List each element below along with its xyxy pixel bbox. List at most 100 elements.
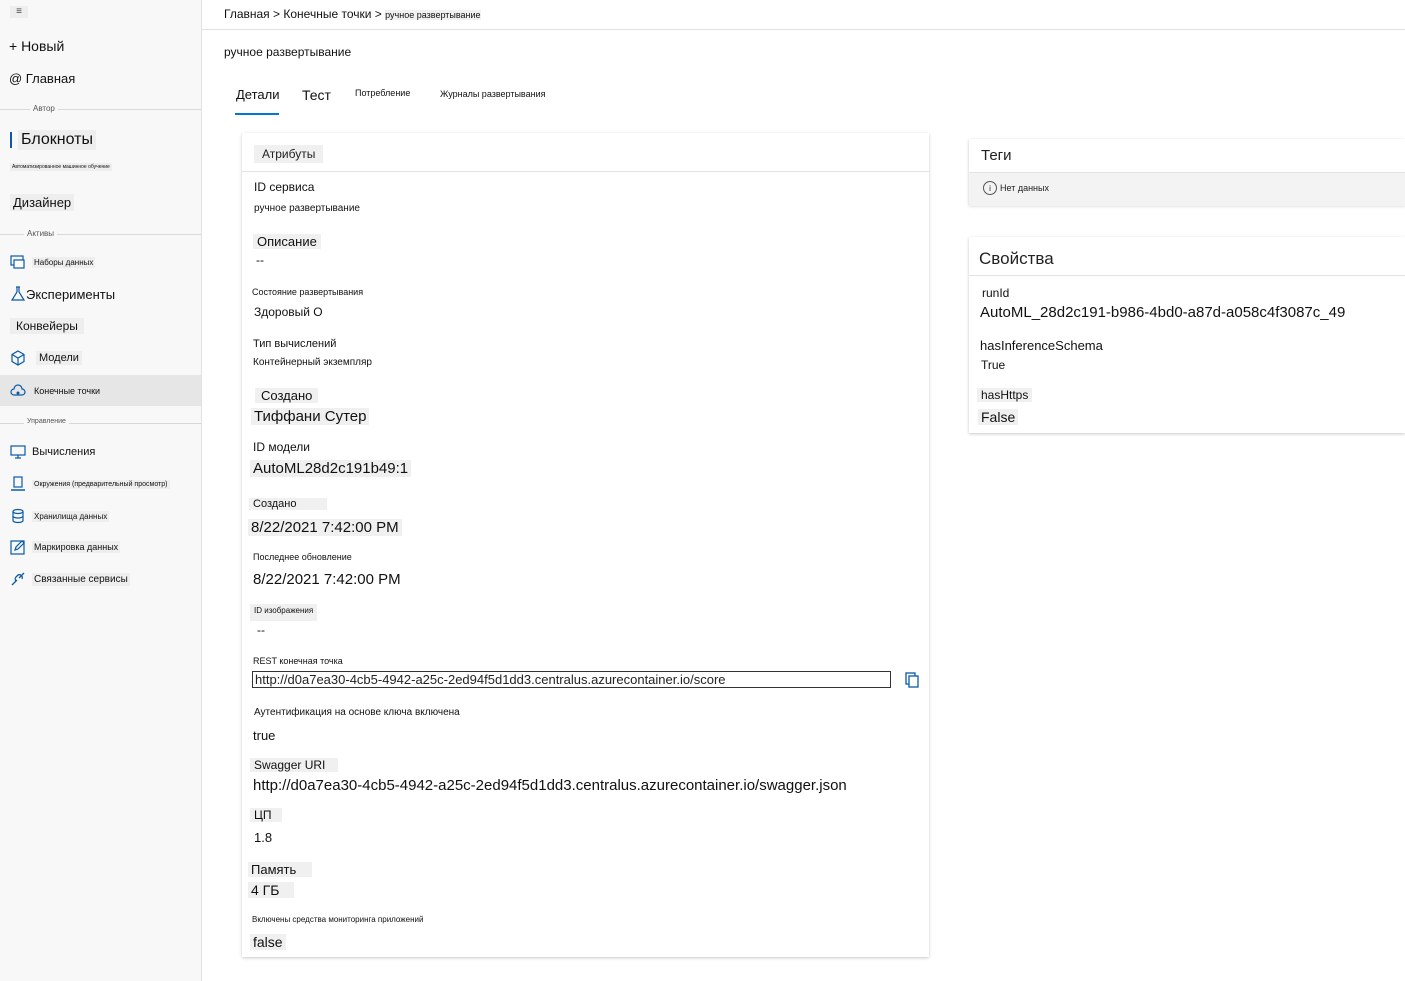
- service-id-label: ID сервиса: [254, 180, 315, 194]
- sidebar-item-notebooks[interactable]: Блокноты: [10, 130, 96, 150]
- dataset-icon: [10, 254, 26, 270]
- sidebar-item-models[interactable]: Модели: [10, 350, 82, 366]
- cloud-endpoint-icon: [10, 383, 26, 399]
- edit-icon: [10, 539, 26, 555]
- tab-test[interactable]: Тест: [302, 87, 331, 103]
- sidebar-item-experiments[interactable]: Эксперименты: [10, 286, 115, 302]
- runid-label: runId: [982, 286, 1010, 300]
- cube-icon: [10, 350, 26, 366]
- key-auth-value: true: [253, 728, 276, 743]
- rest-endpoint-field[interactable]: http://d0a7ea30-4cb5-4942-a25c-2ed94f5d1…: [252, 671, 891, 688]
- section-manage: Управление: [24, 418, 69, 425]
- link-icon: [10, 571, 26, 587]
- database-icon: [10, 508, 26, 524]
- image-id-label: ID изображения: [250, 604, 318, 621]
- description-value: --: [256, 253, 264, 267]
- sidebar-item-environments[interactable]: Окружения (предварительный просмотр): [10, 476, 170, 492]
- cpu-value: 1.8: [254, 830, 273, 845]
- tags-empty-text: Нет данных: [1000, 183, 1049, 193]
- sidebar-item-label: Эксперименты: [26, 286, 116, 302]
- model-id-label: ID модели: [253, 440, 310, 454]
- sidebar-item-label: Автоматизированное машинное обучение: [10, 163, 112, 171]
- key-auth-label: Аутентификация на основе ключа включена: [254, 707, 460, 718]
- page-title: ручное развертывание: [224, 45, 352, 59]
- swagger-uri-value[interactable]: http://d0a7ea30-4cb5-4942-a25c-2ed94f5d1…: [253, 777, 847, 794]
- app-insights-label: Включены средства мониторинга приложений: [252, 915, 424, 924]
- sidebar-item-designer[interactable]: Дизайнер: [10, 194, 75, 211]
- last-updated-value: 8/22/2021 7:42:00 PM: [253, 571, 401, 588]
- sidebar-item-label: Окружения (предварительный просмотр): [32, 479, 170, 489]
- breadcrumb-endpoints[interactable]: Конечные точки: [283, 7, 371, 21]
- sidebar-item-label: Наборы данных: [32, 256, 96, 268]
- new-button[interactable]: + Новый: [9, 38, 64, 54]
- tab-deployment-logs[interactable]: Журналы развертывания: [440, 89, 546, 99]
- tab-details[interactable]: Детали: [236, 87, 280, 102]
- sidebar: ≡ + Новый @ Главная Автор Блокноты Автом…: [0, 0, 202, 981]
- model-id-value: AutoML28d2c191b49:1: [250, 460, 412, 477]
- active-tab-indicator: [235, 113, 279, 115]
- sidebar-item-datasets[interactable]: Наборы данных: [10, 254, 96, 270]
- sidebar-item-compute[interactable]: Вычисления: [10, 444, 95, 460]
- tags-empty-row: i Нет данных: [969, 172, 1405, 206]
- sidebar-item-label: Конечные точки: [32, 385, 103, 397]
- notebook-icon: [10, 132, 12, 148]
- sidebar-item-endpoints[interactable]: Конечные точки: [10, 383, 103, 399]
- description-label: Описание: [253, 234, 321, 249]
- sidebar-item-label: Дизайнер: [10, 194, 75, 211]
- tags-title: Теги: [981, 147, 1012, 164]
- breadcrumb-separator: >: [374, 7, 382, 21]
- sidebar-item-automl[interactable]: Автоматизированное машинное обучение: [10, 163, 112, 171]
- sidebar-item-label: Модели: [36, 351, 82, 365]
- sidebar-item-labeling[interactable]: Маркировка данных: [10, 539, 121, 555]
- breadcrumb-home[interactable]: Главная: [224, 7, 270, 21]
- sidebar-item-label: Вычисления: [32, 446, 96, 458]
- attributes-card: Атрибуты ID сервиса ручное развертывание…: [242, 133, 929, 957]
- has-https-label: hasHttps: [977, 388, 1033, 402]
- section-assets: Активы: [24, 229, 58, 238]
- section-author: Автор: [30, 104, 58, 113]
- image-id-value: --: [257, 623, 265, 637]
- has-https-value: False: [978, 409, 1019, 425]
- breadcrumb-current: ручное развертывание: [385, 10, 481, 20]
- swagger-uri-label: Swagger URI: [250, 758, 338, 772]
- rest-endpoint-label: REST конечная точка: [253, 656, 343, 666]
- created-on-label: Создано: [249, 498, 327, 510]
- top-bar: Главная > Конечные точки > ручное развер…: [202, 0, 1405, 30]
- created-by-value: Тиффани Сутер: [251, 408, 370, 425]
- tab-consume[interactable]: Потребление: [355, 88, 410, 98]
- sidebar-item-pipelines[interactable]: Конвейеры: [10, 318, 84, 334]
- last-updated-label: Последнее обновление: [253, 552, 352, 562]
- has-inference-schema-label: hasInferenceSchema: [980, 338, 1103, 353]
- divider: [242, 171, 929, 172]
- sidebar-item-label: Хранилища данных: [32, 510, 110, 522]
- deployment-state-label: Состояние развертывания: [252, 287, 364, 297]
- runid-value: AutoML_28d2c191-b986-4bd0-a87d-a058c4f30…: [980, 304, 1346, 321]
- sidebar-item-label: Маркировка данных: [32, 541, 121, 553]
- copy-icon[interactable]: [904, 672, 920, 688]
- app-insights-value: false: [250, 934, 286, 950]
- memory-label: Память: [248, 862, 312, 877]
- properties-title: Свойства: [979, 249, 1054, 268]
- breadcrumb: Главная > Конечные точки > ручное развер…: [224, 7, 481, 21]
- sidebar-item-label: Конвейеры: [10, 318, 84, 334]
- deployment-state-value: Здоровый О: [254, 305, 323, 319]
- compute-type-value: Контейнерный экземпляр: [253, 357, 372, 368]
- memory-value: 4 ГБ: [248, 882, 294, 898]
- tags-empty-message: i Нет данных: [983, 181, 1049, 195]
- flask-icon: [10, 286, 26, 302]
- created-by-label: Создано: [255, 388, 319, 403]
- menu-icon[interactable]: ≡: [10, 6, 28, 18]
- environment-icon: [10, 476, 26, 492]
- breadcrumb-separator: >: [273, 7, 281, 21]
- sidebar-item-label: Связанные сервисы: [32, 572, 130, 586]
- sidebar-item-linked-services[interactable]: Связанные сервисы: [10, 571, 130, 587]
- info-icon: i: [983, 181, 997, 195]
- service-id-value: ручное развертывание: [254, 203, 360, 214]
- cpu-label: ЦП: [250, 808, 282, 822]
- sidebar-item-datastores[interactable]: Хранилища данных: [10, 508, 110, 524]
- sidebar-item-label: Блокноты: [18, 130, 96, 150]
- has-inference-schema-value: True: [981, 358, 1006, 372]
- sidebar-item-home[interactable]: @ Главная: [9, 71, 75, 86]
- compute-type-label: Тип вычислений: [253, 338, 337, 350]
- divider: [969, 275, 1405, 276]
